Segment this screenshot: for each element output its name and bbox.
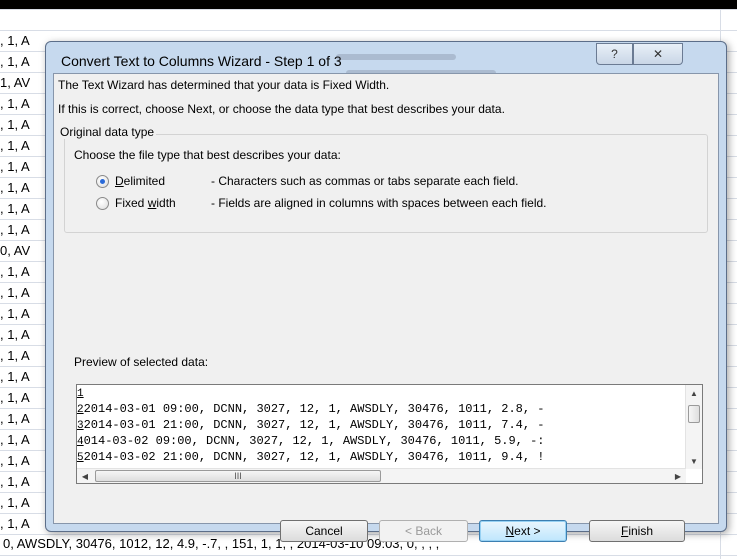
preview-lines: 1 22014-03-01 09:00, DCNN, 3027, 12, 1, A… — [77, 385, 666, 469]
close-button[interactable]: ✕ — [633, 43, 683, 65]
spreadsheet-cell-text[interactable]: , 1, A — [0, 177, 30, 198]
preview-vertical-scrollbar[interactable]: ▲ ▼ — [685, 385, 702, 469]
dialog-title: Convert Text to Columns Wizard - Step 1 … — [61, 53, 342, 69]
spreadsheet-cell-text[interactable]: , 1, A — [0, 198, 30, 219]
spreadsheet-cell-text[interactable]: 0, AV — [0, 240, 30, 261]
grip-icon: III — [234, 471, 242, 481]
preview-line: 22014-03-01 09:00, DCNN, 3027, 12, 1, AW… — [77, 401, 666, 417]
close-icon: ✕ — [652, 47, 664, 61]
spreadsheet-cell-text[interactable]: , 1, A — [0, 282, 30, 303]
fixed-width-description: - Fields are aligned in columns with spa… — [211, 196, 547, 210]
spreadsheet-row-text[interactable]: 0, AWSDLY, 30476, 1012, 12, 4.9, -.7, , … — [0, 533, 439, 554]
preview-line: 4014-03-02 09:00, DCNN, 3027, 12, 1, AWS… — [77, 433, 666, 449]
scroll-up-icon[interactable]: ▲ — [686, 385, 702, 401]
spreadsheet-cell-text[interactable]: , 1, A — [0, 387, 30, 408]
background-text-ghost — [336, 54, 456, 60]
spreadsheet-cell-text[interactable]: , 1, A — [0, 261, 30, 282]
data-preview-box[interactable]: 1 22014-03-01 09:00, DCNN, 3027, 12, 1, A… — [76, 384, 703, 484]
preview-line-text: 014-03-02 09:00, DCNN, 3027, 12, 1, AWSD… — [83, 434, 545, 448]
fixed-width-option[interactable]: Fixed width - Fields are aligned in colu… — [96, 195, 547, 211]
preview-line: 1 — [77, 385, 666, 401]
spreadsheet-cell-text[interactable]: , 1, A — [0, 513, 30, 534]
preview-line: 52014-03-02 21:00, DCNN, 3027, 12, 1, AW… — [77, 449, 666, 465]
preview-line-number: 2 — [77, 404, 84, 416]
wizard-message-instructions: If this is correct, choose Next, or choo… — [58, 102, 505, 116]
spreadsheet-cell-text[interactable]: , 1, A — [0, 492, 30, 513]
spreadsheet-cell-text[interactable]: , 1, A — [0, 219, 30, 240]
delimited-radio[interactable] — [96, 174, 109, 188]
horizontal-scroll-thumb[interactable]: III — [95, 470, 381, 482]
window-top-border — [0, 0, 737, 9]
preview-horizontal-scrollbar[interactable]: ◀ III ▶ — [77, 468, 686, 483]
scroll-left-icon[interactable]: ◀ — [77, 469, 93, 483]
spreadsheet-cell-text[interactable]: , 1, A — [0, 51, 30, 72]
spreadsheet-cell-text[interactable]: , 1, A — [0, 324, 30, 345]
help-button[interactable]: ? — [596, 43, 633, 65]
spreadsheet-cell-text[interactable]: , 1, A — [0, 135, 30, 156]
delimited-label[interactable]: Delimited — [115, 174, 211, 188]
spreadsheet-cell-text[interactable]: , 1, A — [0, 30, 30, 51]
preview-line-text: 2014-03-01 09:00, DCNN, 3027, 12, 1, AWS… — [83, 402, 545, 416]
preview-line-text: 2014-03-02 21:00, DCNN, 3027, 12, 1, AWS… — [83, 450, 545, 464]
spreadsheet-cell-text[interactable]: , 1, A — [0, 366, 30, 387]
help-icon: ? — [611, 47, 618, 61]
spreadsheet-cell-text[interactable]: , 1, A — [0, 345, 30, 366]
preview-line: 32014-03-01 21:00, DCNN, 3027, 12, 1, AW… — [77, 417, 666, 433]
dialog-body: The Text Wizard has determined that your… — [53, 73, 719, 542]
preview-line-number: 5 — [77, 452, 84, 464]
fixed-width-label[interactable]: Fixed width — [115, 196, 211, 210]
vertical-scroll-thumb[interactable] — [688, 405, 700, 423]
choose-file-type-label: Choose the file type that best describes… — [74, 148, 341, 162]
finish-button[interactable]: Finish — [589, 520, 685, 542]
delimited-description: - Characters such as commas or tabs sepa… — [211, 174, 519, 188]
preview-line-number: 4 — [77, 436, 84, 448]
spreadsheet-cell-text[interactable]: , 1, A — [0, 303, 30, 324]
delimited-option[interactable]: Delimited - Characters such as commas or… — [96, 173, 518, 189]
spreadsheet-cell-text[interactable]: , 1, A — [0, 429, 30, 450]
spreadsheet-cell-text[interactable]: , 1, A — [0, 408, 30, 429]
convert-text-to-columns-dialog: Convert Text to Columns Wizard - Step 1 … — [45, 41, 727, 542]
preview-line-number: 1 — [77, 388, 84, 400]
spreadsheet-cell-text[interactable]: , 1, A — [0, 93, 30, 114]
spreadsheet-cell-text[interactable]: , 1, A — [0, 450, 30, 471]
spreadsheet-cell-text[interactable]: , 1, A — [0, 156, 30, 177]
preview-line-number: 3 — [77, 420, 84, 432]
fixed-width-radio[interactable] — [96, 196, 109, 210]
spreadsheet-cell-text[interactable]: , 1, A — [0, 114, 30, 135]
cancel-button[interactable]: Cancel — [280, 520, 368, 542]
preview-label: Preview of selected data: — [74, 355, 209, 369]
preview-line-text: 2014-03-01 21:00, DCNN, 3027, 12, 1, AWS… — [83, 418, 545, 432]
original-data-type-label: Original data type — [58, 125, 157, 139]
spreadsheet-cell-text[interactable]: , 1, A — [0, 471, 30, 492]
wizard-message-detected: The Text Wizard has determined that your… — [58, 78, 390, 92]
next-button[interactable]: Next > — [479, 520, 567, 542]
scroll-down-icon[interactable]: ▼ — [686, 453, 702, 469]
spreadsheet-cell-text[interactable]: 1, AV — [0, 72, 30, 93]
scroll-right-icon[interactable]: ▶ — [670, 469, 686, 483]
back-button[interactable]: < Back — [379, 520, 468, 542]
